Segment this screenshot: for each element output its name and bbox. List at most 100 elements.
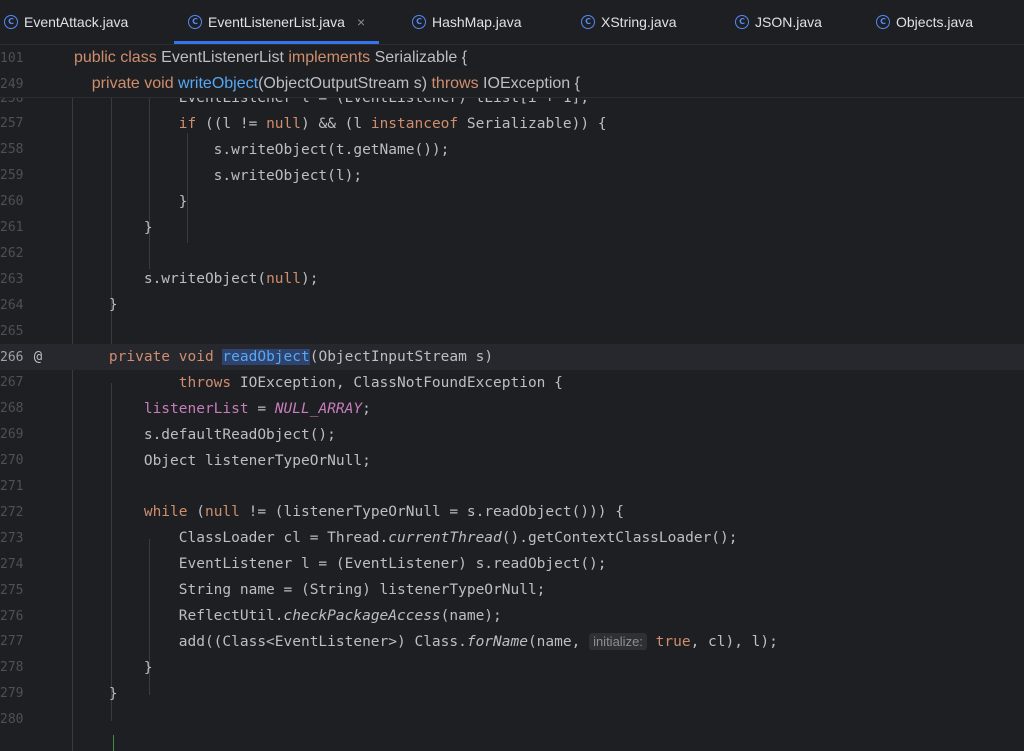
code-token: ; bbox=[362, 400, 371, 417]
code-token: private void bbox=[74, 75, 179, 92]
code-token: Serializable { bbox=[374, 49, 468, 66]
line-number: 276 bbox=[0, 608, 24, 624]
line-number: 101 bbox=[0, 50, 24, 66]
code-text: throws IOException, ClassNotFoundExcepti… bbox=[74, 375, 563, 391]
code-text: String name = (String) listenerTypeOrNul… bbox=[74, 582, 546, 599]
code-line[interactable]: 278 } bbox=[0, 655, 1024, 681]
code-line[interactable]: 277 add((Class<EventListener>) Class.for… bbox=[0, 629, 1024, 655]
line-number: 262 bbox=[0, 245, 24, 261]
code-line[interactable]: 269 s.defaultReadObject(); bbox=[0, 422, 1024, 448]
tab-xstring[interactable]: C XString.java bbox=[581, 0, 676, 44]
code-token: throws bbox=[431, 75, 484, 92]
code-line[interactable]: 261 } bbox=[0, 215, 1024, 241]
code-text: s.defaultReadObject(); bbox=[74, 427, 336, 443]
code-text: ClassLoader cl = Thread.currentThread().… bbox=[74, 530, 738, 547]
line-number: 249 bbox=[0, 76, 24, 92]
code-text: add((Class<EventListener>) Class.forName… bbox=[74, 632, 778, 650]
java-class-icon: C bbox=[581, 15, 595, 29]
line-number: 269 bbox=[0, 427, 24, 443]
code-token: implements bbox=[288, 49, 375, 66]
code-token: listenerList bbox=[143, 400, 249, 417]
sticky-line[interactable]: 101 public class EventListenerList implem… bbox=[0, 45, 1024, 71]
code-token: != (listenerTypeOrNull = s.readObject())… bbox=[239, 504, 624, 521]
line-number: 275 bbox=[0, 582, 24, 598]
line-number: 261 bbox=[0, 220, 24, 235]
code-token: checkPackageAccess bbox=[283, 608, 441, 624]
current-line[interactable]: 266 @ private void readObject(ObjectInput… bbox=[0, 344, 1024, 370]
code-text: } bbox=[74, 194, 188, 210]
tab-objects[interactable]: C Objects.java bbox=[876, 0, 973, 44]
code-line[interactable]: 270 Object listenerTypeOrNull; bbox=[0, 448, 1024, 474]
code-token: } bbox=[74, 659, 153, 676]
tab-label: Objects.java bbox=[896, 14, 974, 30]
code-line[interactable]: 280 bbox=[0, 707, 1024, 733]
sticky-line[interactable]: 249 private void writeObject(ObjectOutpu… bbox=[0, 71, 1024, 97]
code-token: String name = (String) listenerTypeOrNul… bbox=[74, 582, 546, 599]
code-line[interactable]: 276 ReflectUtil.checkPackageAccess(name)… bbox=[0, 603, 1024, 629]
code-line[interactable]: 279 } bbox=[0, 681, 1024, 707]
java-class-icon: C bbox=[876, 15, 890, 29]
code-line[interactable]: 274 EventListener l = (EventListener) s.… bbox=[0, 551, 1024, 577]
tab-label: JSON.java bbox=[755, 14, 822, 30]
line-number: 267 bbox=[0, 375, 24, 391]
code-token: EventListener l = (EventListener) s.read… bbox=[74, 556, 607, 573]
code-text: Object listenerTypeOrNull; bbox=[74, 453, 371, 469]
code-line[interactable]: 260 } bbox=[0, 189, 1024, 215]
code-token: s.writeObject( bbox=[74, 271, 267, 288]
code-token: ( bbox=[196, 504, 205, 521]
code-line[interactable]: 272 while (null != (listenerTypeOrNull =… bbox=[0, 499, 1024, 525]
code-token: } bbox=[74, 297, 118, 314]
tab-eventattack[interactable]: C EventAttack.java bbox=[4, 0, 128, 44]
line-number: 273 bbox=[0, 530, 24, 546]
code-line[interactable]: 263 s.writeObject(null); bbox=[0, 266, 1024, 292]
code-line[interactable]: 259 s.writeObject(l); bbox=[0, 163, 1024, 189]
code-token: (name); bbox=[440, 608, 502, 624]
code-line[interactable]: 262 bbox=[0, 240, 1024, 266]
code-token: Serializable)) { bbox=[466, 115, 607, 132]
close-icon[interactable]: × bbox=[357, 14, 365, 30]
line-number: 277 bbox=[0, 634, 24, 650]
code-token: (name, bbox=[527, 633, 590, 650]
editor-tab-bar: C EventAttack.java C EventListenerList.j… bbox=[0, 0, 1024, 45]
code-line[interactable]: 257 if ((l != null) && (l instanceof Ser… bbox=[0, 111, 1024, 137]
code-token: private void bbox=[108, 349, 223, 365]
code-text: } bbox=[74, 297, 118, 313]
code-token: s.writeObject(l); bbox=[74, 167, 363, 184]
code-token: } bbox=[74, 219, 153, 236]
code-token: forName bbox=[466, 633, 528, 650]
line-number: 280 bbox=[0, 712, 24, 728]
code-token: Object listenerTypeOrNull; bbox=[74, 452, 371, 469]
code-token: ) && (l bbox=[301, 115, 371, 132]
tab-label: EventListenerList.java bbox=[208, 14, 345, 30]
code-line[interactable]: 275 String name = (String) listenerTypeO… bbox=[0, 577, 1024, 603]
line-number: 274 bbox=[0, 556, 24, 572]
tab-label: HashMap.java bbox=[432, 14, 522, 30]
code-editor[interactable]: 256 EventListener l = (EventListener) tL… bbox=[0, 45, 1024, 751]
code-text: public class EventListenerList implement… bbox=[74, 49, 467, 67]
override-marker-icon[interactable]: @ bbox=[30, 349, 46, 365]
code-line[interactable]: 273 ClassLoader cl = Thread.currentThrea… bbox=[0, 525, 1024, 551]
code-line[interactable]: 258 s.writeObject(t.getName()); bbox=[0, 137, 1024, 163]
code-token: true bbox=[655, 633, 691, 650]
tab-json[interactable]: C JSON.java bbox=[735, 0, 822, 44]
code-token: ClassLoader cl = Thread. bbox=[74, 530, 389, 547]
tab-eventlistenerlist[interactable]: C EventListenerList.java × bbox=[174, 0, 380, 44]
code-token: ((l != bbox=[204, 115, 267, 132]
code-line[interactable]: 264 } bbox=[0, 292, 1024, 318]
tab-hashmap[interactable]: C HashMap.java bbox=[412, 0, 522, 44]
code-token: public class bbox=[74, 49, 162, 66]
code-token: if bbox=[178, 115, 205, 132]
code-line[interactable]: 271 bbox=[0, 474, 1024, 500]
code-line[interactable]: 267 throws IOException, ClassNotFoundExc… bbox=[0, 370, 1024, 396]
sticky-scroll-header[interactable]: 101 public class EventListenerList implem… bbox=[0, 45, 1024, 98]
tab-label: EventAttack.java bbox=[24, 14, 129, 30]
code-token: IOException, ClassNotFoundException { bbox=[239, 374, 563, 391]
line-number: 272 bbox=[0, 504, 24, 520]
code-token: EventListenerList bbox=[161, 49, 289, 66]
code-line[interactable]: 268 listenerList = NULL_ARRAY; bbox=[0, 396, 1024, 422]
code-line[interactable]: 265 bbox=[0, 318, 1024, 344]
code-text: s.writeObject(l); bbox=[74, 168, 362, 184]
